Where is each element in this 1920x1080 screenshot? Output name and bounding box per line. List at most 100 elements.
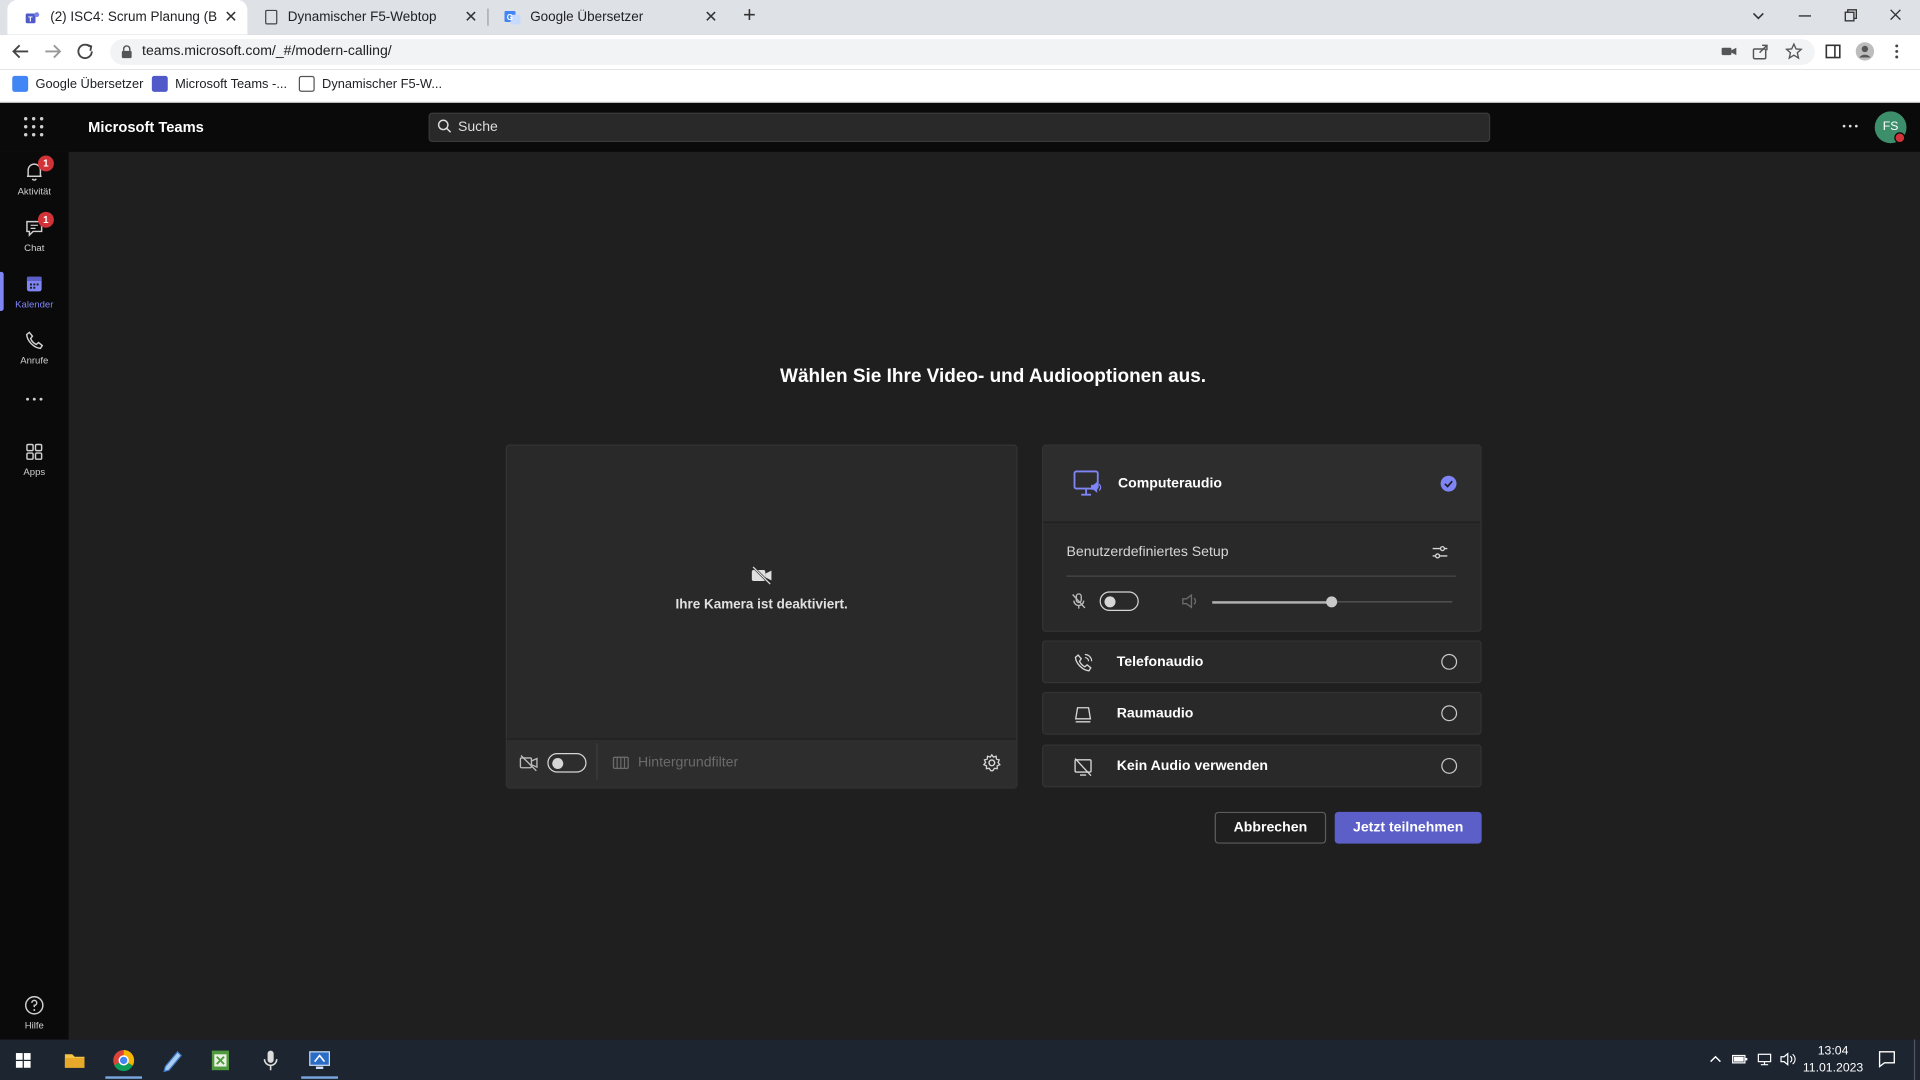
- phone-audio-radio[interactable]: [1441, 653, 1458, 670]
- forward-icon[interactable]: [42, 42, 64, 62]
- microphone-app-icon[interactable]: [255, 1044, 287, 1076]
- background-filter-icon: [612, 756, 629, 771]
- camera-toggle[interactable]: [547, 753, 587, 773]
- camera-off-text: Ihre Kamera ist deaktiviert.: [675, 597, 848, 613]
- bookmark-webtop[interactable]: Dynamischer F5-W...: [298, 75, 442, 92]
- tab-search-icon[interactable]: [1746, 5, 1770, 27]
- browser-tab-teams[interactable]: T (2) ISC4: Scrum Planung (Besprec ✕: [7, 0, 248, 35]
- rail-label: Hilfe: [24, 1020, 44, 1032]
- app-title: Microsoft Teams: [88, 118, 204, 136]
- notification-badge: 1: [37, 155, 54, 172]
- taskbar-clock[interactable]: 13:04 11.01.2023: [1802, 1043, 1863, 1077]
- url-text[interactable]: teams.microsoft.com/_#/modern-calling/: [142, 44, 392, 59]
- room-audio-radio[interactable]: [1441, 705, 1458, 722]
- tab-title: Google Übersetzer: [530, 9, 644, 25]
- background-filter-button[interactable]: Hintergrundfilter: [638, 756, 738, 771]
- computer-audio-label: Computeraudio: [1117, 476, 1223, 492]
- rail-label: Kalender: [15, 298, 54, 310]
- new-tab-icon[interactable]: +: [738, 4, 760, 27]
- device-settings-icon[interactable]: [982, 753, 1002, 773]
- network-icon[interactable]: [1756, 1052, 1773, 1067]
- lock-icon[interactable]: [121, 45, 132, 59]
- camera-icon: [519, 754, 539, 772]
- battery-icon[interactable]: [1731, 1052, 1748, 1067]
- profile-icon[interactable]: [1855, 42, 1875, 62]
- tray-overflow-icon[interactable]: [1708, 1052, 1723, 1067]
- camera-blocked-icon[interactable]: [1720, 44, 1737, 59]
- sliders-icon[interactable]: [1431, 544, 1448, 561]
- google-translate-icon: G: [504, 9, 521, 25]
- back-icon[interactable]: [10, 42, 32, 62]
- rail-item-calendar[interactable]: Kalender: [0, 273, 69, 310]
- restore-icon[interactable]: [1838, 5, 1862, 27]
- show-desktop-button[interactable]: [1913, 1039, 1916, 1080]
- minimize-icon[interactable]: [1793, 5, 1817, 27]
- spreadsheet-icon[interactable]: [204, 1044, 236, 1076]
- browser-tab-translate[interactable]: G Google Übersetzer ✕: [487, 0, 727, 34]
- rail-label: Apps: [23, 466, 46, 478]
- rail-item-chat[interactable]: Chat: [0, 217, 69, 254]
- join-now-button[interactable]: Jetzt teilnehmen: [1334, 811, 1482, 844]
- volume-slider-handle[interactable]: [1326, 596, 1338, 608]
- page-title: Wählen Sie Ihre Video- und Audiooptionen…: [780, 366, 1207, 387]
- video-preview: [505, 444, 1018, 789]
- rail-label: Anrufe: [20, 355, 49, 367]
- divider: [1066, 575, 1456, 577]
- browser-menu-icon[interactable]: [1892, 43, 1902, 60]
- clock-date: 11.01.2023: [1802, 1061, 1864, 1076]
- room-audio-label: Raumaudio: [1116, 706, 1194, 722]
- close-window-icon[interactable]: [1883, 5, 1907, 27]
- bookmark-star-icon[interactable]: [1785, 42, 1803, 60]
- bookmark-teams[interactable]: Microsoft Teams -...: [151, 75, 287, 92]
- app-launcher-icon[interactable]: [23, 116, 44, 137]
- notification-badge: 1: [37, 211, 54, 228]
- clock-time: 13:04: [1817, 1044, 1849, 1058]
- active-app-indicator: [301, 1076, 338, 1079]
- close-tab-icon[interactable]: ✕: [704, 7, 717, 27]
- rail-item-activity[interactable]: Aktivität: [0, 160, 69, 197]
- search-input[interactable]: Suche: [458, 120, 498, 135]
- notification-center-icon[interactable]: [1877, 1049, 1897, 1069]
- audio-option-room[interactable]: Raumaudio: [1042, 691, 1482, 735]
- more-options-icon[interactable]: [1842, 119, 1859, 134]
- share-icon[interactable]: [1752, 43, 1769, 60]
- file-explorer-icon[interactable]: [59, 1044, 91, 1076]
- custom-setup-label[interactable]: Benutzerdefiniertes Setup: [1067, 545, 1229, 560]
- no-audio-radio[interactable]: [1441, 757, 1458, 774]
- notepad-icon[interactable]: [157, 1044, 189, 1076]
- rail-item-more[interactable]: [0, 394, 69, 407]
- page-icon: [298, 75, 315, 92]
- windows-start-icon[interactable]: [7, 1044, 39, 1076]
- remote-desktop-icon[interactable]: [304, 1044, 336, 1076]
- mic-off-icon: [1070, 593, 1087, 610]
- phone-audio-icon: [1073, 653, 1094, 674]
- audio-option-phone[interactable]: Telefonaudio: [1042, 640, 1482, 684]
- reload-icon[interactable]: [75, 42, 97, 62]
- bookmarks-bar: [0, 69, 1920, 103]
- search-box[interactable]: [428, 112, 1491, 143]
- audio-option-none[interactable]: Kein Audio verwenden: [1042, 744, 1482, 788]
- side-panel-icon[interactable]: [1824, 43, 1841, 60]
- tab-title: (2) ISC4: Scrum Planung (Besprec: [50, 9, 217, 25]
- microphone-toggle[interactable]: [1099, 591, 1139, 612]
- volume-icon[interactable]: [1779, 1052, 1796, 1067]
- rail-label: Chat: [24, 242, 45, 254]
- browser-tab-webtop[interactable]: Dynamischer F5-Webtop ✕: [247, 0, 487, 34]
- no-audio-icon: [1073, 757, 1094, 778]
- presence-busy-icon: [1894, 132, 1906, 144]
- close-tab-icon[interactable]: ✕: [464, 7, 477, 27]
- teams-icon: [151, 75, 168, 92]
- cancel-button[interactable]: Abbrechen: [1214, 811, 1327, 844]
- bookmark-google-translate[interactable]: Google Übersetzer: [12, 75, 143, 92]
- rail-item-help[interactable]: Hilfe: [0, 994, 69, 1031]
- close-tab-icon[interactable]: ✕: [224, 7, 237, 27]
- computer-audio-icon: [1073, 469, 1102, 498]
- tab-title: Dynamischer F5-Webtop: [287, 9, 437, 25]
- computer-audio-header[interactable]: [1043, 445, 1481, 523]
- rail-item-apps[interactable]: Apps: [0, 441, 69, 478]
- phone-icon: [0, 329, 69, 351]
- page-icon: [264, 9, 278, 25]
- calendar-icon: [0, 273, 69, 295]
- chrome-icon[interactable]: [108, 1044, 140, 1076]
- rail-item-calls[interactable]: Anrufe: [0, 329, 69, 366]
